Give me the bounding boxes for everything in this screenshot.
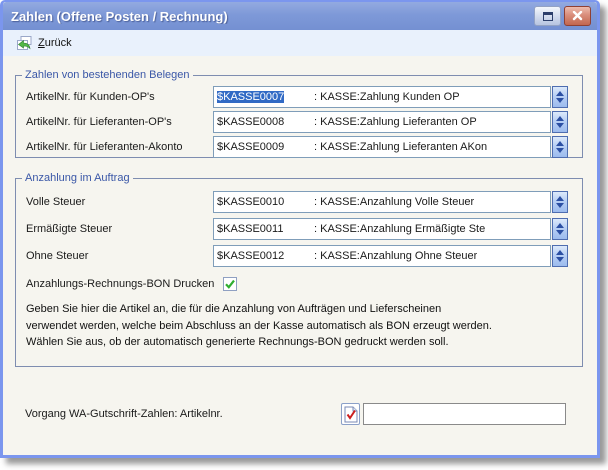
form-row-lieferanten-akonto: ArtikelNr. für Lieferanten-Akonto $KASSE…: [16, 136, 582, 158]
help-line: verwendet werden, welche beim Abschluss …: [26, 318, 568, 335]
wa-gutschrift-label: Vorgang WA-Gutschrift-Zahlen: Artikelnr.: [25, 408, 223, 420]
artikelnr-kunden-op-edit[interactable]: $KASSE0007 : KASSE:Zahlung Kunden OP: [213, 86, 551, 108]
help-line: Geben Sie hier die Artikel an, die für d…: [26, 301, 568, 318]
spinner-up-icon[interactable]: [556, 91, 564, 96]
field-value[interactable]: $KASSE0012: [217, 250, 284, 262]
content-area: Zahlen von bestehenden Belegen ArtikelNr…: [3, 56, 597, 455]
ohne-steuer-combo[interactable]: $KASSE0012 : KASSE:Anzahlung Ohne Steuer: [213, 245, 568, 267]
volle-steuer-edit[interactable]: $KASSE0010 : KASSE:Anzahlung Volle Steue…: [213, 191, 551, 213]
title-bar: Zahlen (Offene Posten / Rechnung): [3, 2, 597, 30]
spinner-control[interactable]: [552, 136, 568, 158]
close-button[interactable]: [564, 6, 591, 26]
spinner-up-icon[interactable]: [556, 116, 564, 121]
checkbox-check-icon: [224, 278, 236, 290]
field-label: ArtikelNr. für Lieferanten-Akonto: [26, 141, 183, 153]
ermaessigte-steuer-combo[interactable]: $KASSE0011 : KASSE:Anzahlung Ermäßigte S…: [213, 218, 568, 240]
spinner-control[interactable]: [552, 86, 568, 108]
field-description: : KASSE:Zahlung Lieferanten OP: [314, 116, 477, 128]
field-label: ArtikelNr. für Kunden-OP's: [26, 91, 155, 103]
spinner-down-icon[interactable]: [556, 203, 564, 208]
field-description: : KASSE:Zahlung Lieferanten AKon: [314, 141, 487, 153]
field-label: ArtikelNr. für Lieferanten-OP's: [26, 116, 172, 128]
maximize-button[interactable]: [534, 6, 561, 26]
dialog-window: Zahlen (Offene Posten / Rechnung) Zurück: [0, 0, 600, 458]
form-row-kunden-op: ArtikelNr. für Kunden-OP's $KASSE0007 : …: [16, 86, 582, 108]
field-value[interactable]: $KASSE0010: [217, 196, 284, 208]
volle-steuer-combo[interactable]: $KASSE0010 : KASSE:Anzahlung Volle Steue…: [213, 191, 568, 213]
field-label: Ermäßigte Steuer: [26, 223, 112, 235]
form-row-ohne-steuer: Ohne Steuer $KASSE0012 : KASSE:Anzahlung…: [16, 245, 582, 267]
field-value[interactable]: $KASSE0011: [217, 223, 283, 235]
spinner-control[interactable]: [552, 218, 568, 240]
spinner-up-icon[interactable]: [556, 250, 564, 255]
spinner-up-icon[interactable]: [556, 196, 564, 201]
back-arrow-pages-icon: [16, 35, 33, 51]
ermaessigte-steuer-edit[interactable]: $KASSE0011 : KASSE:Anzahlung Ermäßigte S…: [213, 218, 551, 240]
close-x-icon: [572, 11, 583, 21]
artikelnr-lieferanten-akonto-edit[interactable]: $KASSE0009 : KASSE:Zahlung Lieferanten A…: [213, 136, 551, 158]
toolbar: Zurück: [3, 30, 597, 56]
spinner-down-icon[interactable]: [556, 98, 564, 103]
field-description: : KASSE:Anzahlung Volle Steuer: [314, 196, 474, 208]
spinner-up-icon[interactable]: [556, 141, 564, 146]
field-description: : KASSE:Anzahlung Ohne Steuer: [314, 250, 477, 262]
field-value[interactable]: $KASSE0008: [217, 116, 284, 128]
restore-box-icon: [543, 12, 553, 21]
window-title: Zahlen (Offene Posten / Rechnung): [11, 9, 534, 24]
field-description: : KASSE:Zahlung Kunden OP: [314, 91, 460, 103]
form-row-ermaessigte-steuer: Ermäßigte Steuer $KASSE0011 : KASSE:Anza…: [16, 218, 582, 240]
help-line: Wählen Sie aus, ob der automatisch gener…: [26, 334, 568, 351]
spinner-up-icon[interactable]: [556, 223, 564, 228]
group-zahlen-von-bestehenden-belegen: Zahlen von bestehenden Belegen ArtikelNr…: [15, 75, 583, 158]
spinner-down-icon[interactable]: [556, 230, 564, 235]
bon-drucken-checkbox[interactable]: [223, 277, 237, 291]
field-label: Ohne Steuer: [26, 250, 88, 262]
artikelnr-lieferanten-op-combo[interactable]: $KASSE0008 : KASSE:Zahlung Lieferanten O…: [213, 111, 568, 133]
back-label: Zurück: [38, 37, 72, 49]
spinner-control[interactable]: [552, 111, 568, 133]
artikelnr-lieferanten-op-edit[interactable]: $KASSE0008 : KASSE:Zahlung Lieferanten O…: [213, 111, 551, 133]
document-red-check-icon: [344, 406, 358, 423]
group-title: Zahlen von bestehenden Belegen: [22, 69, 193, 81]
spinner-down-icon[interactable]: [556, 148, 564, 153]
form-row-lieferanten-op: ArtikelNr. für Lieferanten-OP's $KASSE00…: [16, 111, 582, 133]
field-label: Volle Steuer: [26, 196, 85, 208]
spinner-control[interactable]: [552, 245, 568, 267]
field-description: : KASSE:Anzahlung Ermäßigte Ste: [314, 223, 485, 235]
field-value[interactable]: $KASSE0009: [217, 141, 284, 153]
spinner-control[interactable]: [552, 191, 568, 213]
group-anzahlung-im-auftrag: Anzahlung im Auftrag Volle Steuer $KASSE…: [15, 178, 583, 367]
help-text: Geben Sie hier die Artikel an, die für d…: [26, 301, 568, 351]
ohne-steuer-edit[interactable]: $KASSE0012 : KASSE:Anzahlung Ohne Steuer: [213, 245, 551, 267]
spinner-down-icon[interactable]: [556, 123, 564, 128]
group-title: Anzahlung im Auftrag: [22, 172, 133, 184]
titlebar-buttons: [534, 6, 591, 26]
field-value[interactable]: $KASSE0007: [217, 91, 284, 103]
artikelnr-kunden-op-combo[interactable]: $KASSE0007 : KASSE:Zahlung Kunden OP: [213, 86, 568, 108]
wa-gutschrift-select-button[interactable]: [341, 403, 360, 425]
artikelnr-lieferanten-akonto-combo[interactable]: $KASSE0009 : KASSE:Zahlung Lieferanten A…: [213, 136, 568, 158]
bon-drucken-row: Anzahlungs-Rechnungs-BON Drucken: [26, 277, 237, 291]
spinner-down-icon[interactable]: [556, 257, 564, 262]
form-row-volle-steuer: Volle Steuer $KASSE0010 : KASSE:Anzahlun…: [16, 191, 582, 213]
back-button[interactable]: Zurück: [16, 35, 72, 51]
wa-gutschrift-artikelnr-input[interactable]: [363, 403, 566, 425]
checkbox-label: Anzahlungs-Rechnungs-BON Drucken: [26, 278, 214, 290]
